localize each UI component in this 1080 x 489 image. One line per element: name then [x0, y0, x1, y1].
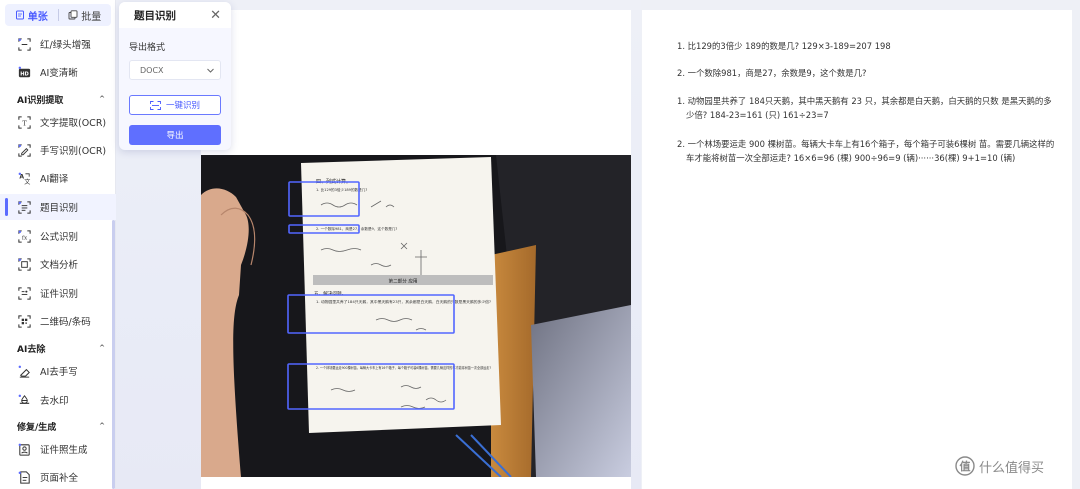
- mode-tabs: 单张 批量: [5, 4, 111, 26]
- sidebar-item-label: AI变清晰: [40, 68, 78, 79]
- one-click-recognize-button[interactable]: 一键识别: [129, 95, 221, 115]
- single-page-icon: [15, 10, 24, 20]
- sidebar-item-label: 题目识别: [40, 203, 79, 214]
- tab-single[interactable]: 单张: [5, 4, 58, 26]
- sidebar-item-ai-hd[interactable]: HD AI变清晰: [0, 59, 116, 85]
- result-page: [642, 10, 1072, 489]
- section-label: 修复/生成: [17, 422, 57, 433]
- sidebar: 单张 批量 红/绿头增强 HD AI变清晰 AI识别提取 ^ T 文字提取(OC…: [0, 0, 116, 489]
- sidebar-item-label: 去水印: [40, 396, 69, 407]
- chevron-up-icon: ^: [99, 344, 105, 352]
- panel-title: 题目识别: [134, 9, 176, 22]
- sidebar-item-label: 公式识别: [40, 232, 79, 243]
- translate-icon: A文: [18, 172, 30, 186]
- svg-text:fx: fx: [22, 235, 28, 241]
- zhi-logo-icon: 值: [955, 456, 975, 476]
- export-format-select[interactable]: DOCX: [129, 60, 221, 80]
- scan-icon: [150, 100, 161, 110]
- id-card-icon: [18, 286, 31, 300]
- sidebar-item-label: AI去手写: [40, 367, 78, 378]
- handwriting-icon: [18, 143, 31, 157]
- tab-single-label: 单张: [27, 11, 48, 23]
- result-question-3: 1. 动物园里共养了 184只天鹅，其中黑天鹅有 23 只，其余都是白天鹅，白天…: [677, 96, 1052, 120]
- sidebar-scrollbar[interactable]: [112, 220, 115, 489]
- sidebar-item-document-analysis[interactable]: 文档分析: [0, 251, 116, 277]
- svg-text:T: T: [22, 119, 27, 127]
- sidebar-item-label: 证件照生成: [40, 445, 88, 456]
- watermark-text: 什么值得买: [979, 460, 1045, 476]
- erase-handwriting-icon: [18, 365, 30, 378]
- tab-batch[interactable]: 批量: [59, 4, 112, 26]
- sidebar-item-question-recognition[interactable]: 题目识别: [0, 194, 116, 220]
- chevron-up-icon: ^: [99, 422, 105, 430]
- watermark: 值 什么值得买: [955, 456, 1044, 476]
- photo-q2: 2. 一个数除981，商是27，余数是9，这个数是几?: [316, 226, 397, 231]
- sidebar-item-page-complete[interactable]: 页面补全: [0, 464, 116, 489]
- photo-q3: 1. 动物园里共养了184只天鹅，其中黑天鹅有23只，其余都是白天鹅，白天鹅的只…: [316, 299, 491, 304]
- screen-reflection: [531, 305, 631, 477]
- hd-icon: HD: [18, 66, 31, 77]
- sidebar-item-label: AI翻译: [40, 174, 69, 185]
- color-enhance-icon: [18, 37, 31, 51]
- photo-part2: 第二部分 应用: [388, 278, 417, 285]
- sidebar-item-label: 文字提取(OCR): [40, 118, 107, 129]
- panel-header: 题目识别 ✕: [119, 2, 231, 28]
- id-photo-icon: [18, 443, 30, 456]
- sidebar-item-erase-handwriting[interactable]: AI去手写: [0, 358, 116, 384]
- question-recognition-panel: 题目识别 ✕ 导出格式 DOCX 一键识别 导出: [119, 2, 231, 150]
- export-format-label: 导出格式: [129, 43, 166, 53]
- sidebar-item-label: 二维码/条码: [40, 317, 91, 328]
- section-repair-generate[interactable]: 修复/生成 ^: [17, 418, 105, 434]
- sidebar-item-formula[interactable]: fx 公式识别: [0, 223, 116, 249]
- sidebar-item-id-card[interactable]: 证件识别: [0, 280, 116, 306]
- document-analysis-icon: [18, 257, 31, 271]
- photo-canvas: 四、列式计算。 1. 比129的3倍少189的数是几? 2. 一个数除981，商…: [201, 155, 631, 477]
- close-icon[interactable]: ✕: [210, 9, 221, 22]
- sidebar-item-label: 页面补全: [40, 473, 79, 484]
- sidebar-item-color-enhance[interactable]: 红/绿头增强: [0, 31, 116, 57]
- chevron-down-icon: [207, 68, 214, 73]
- export-format-value: DOCX: [140, 65, 164, 75]
- chevron-up-icon: ^: [99, 95, 105, 103]
- remove-watermark-icon: [18, 394, 30, 404]
- sidebar-item-ai-translate[interactable]: A文 AI翻译: [0, 165, 116, 191]
- section-ai-remove[interactable]: AI去除 ^: [17, 340, 105, 356]
- section-label: AI识别提取: [17, 95, 64, 106]
- sidebar-item-text-ocr[interactable]: T 文字提取(OCR): [0, 109, 116, 135]
- result-question-4: 2. 一个林场要运走 900 棵树苗。每辆大卡车上有16个箱子，每个箱子可装6棵…: [677, 139, 1055, 163]
- sidebar-item-label: 红/绿头增强: [40, 40, 91, 51]
- svg-text:值: 值: [960, 459, 971, 473]
- sidebar-item-id-photo[interactable]: 证件照生成: [0, 436, 116, 462]
- page-complete-icon: [18, 470, 30, 484]
- section-label: AI去除: [17, 344, 46, 355]
- photo-q4: 2. 一个林场要运走900棵树苗。每辆大卡车上有16个箱子，每个箱子可装6棵树苗…: [316, 365, 491, 370]
- result-question-2: 2. 一个数除981，商是27，余数是9，这个数是几?: [677, 68, 867, 78]
- result-question-1: 1. 比129的3倍少 189的数是几? 129×3-189=207 198: [677, 41, 891, 51]
- tab-batch-label: 批量: [81, 11, 102, 23]
- text-extract-icon: T: [18, 115, 31, 129]
- photo-section5: 五、解决问题。: [314, 290, 346, 297]
- section-ai-ocr[interactable]: AI识别提取 ^: [17, 91, 105, 107]
- sidebar-item-qrcode[interactable]: 二维码/条码: [0, 308, 116, 334]
- sidebar-item-remove-watermark[interactable]: 去水印: [0, 387, 116, 413]
- question-recognition-icon: [18, 200, 31, 214]
- batch-pages-icon: [68, 10, 78, 20]
- qrcode-icon: [18, 314, 31, 328]
- sidebar-item-label: 文档分析: [40, 260, 79, 271]
- sidebar-item-label: 手写识别(OCR): [40, 146, 107, 157]
- sidebar-item-handwriting-ocr[interactable]: 手写识别(OCR): [0, 137, 116, 163]
- formula-icon: fx: [18, 229, 31, 243]
- recognize-button-label: 一键识别: [165, 101, 200, 111]
- source-photo: 四、列式计算。 1. 比129的3倍少189的数是几? 2. 一个数除981，商…: [201, 155, 631, 477]
- export-button[interactable]: 导出: [129, 125, 221, 145]
- sidebar-item-label: 证件识别: [40, 289, 79, 300]
- svg-text:文: 文: [24, 178, 30, 186]
- svg-text:HD: HD: [20, 71, 29, 77]
